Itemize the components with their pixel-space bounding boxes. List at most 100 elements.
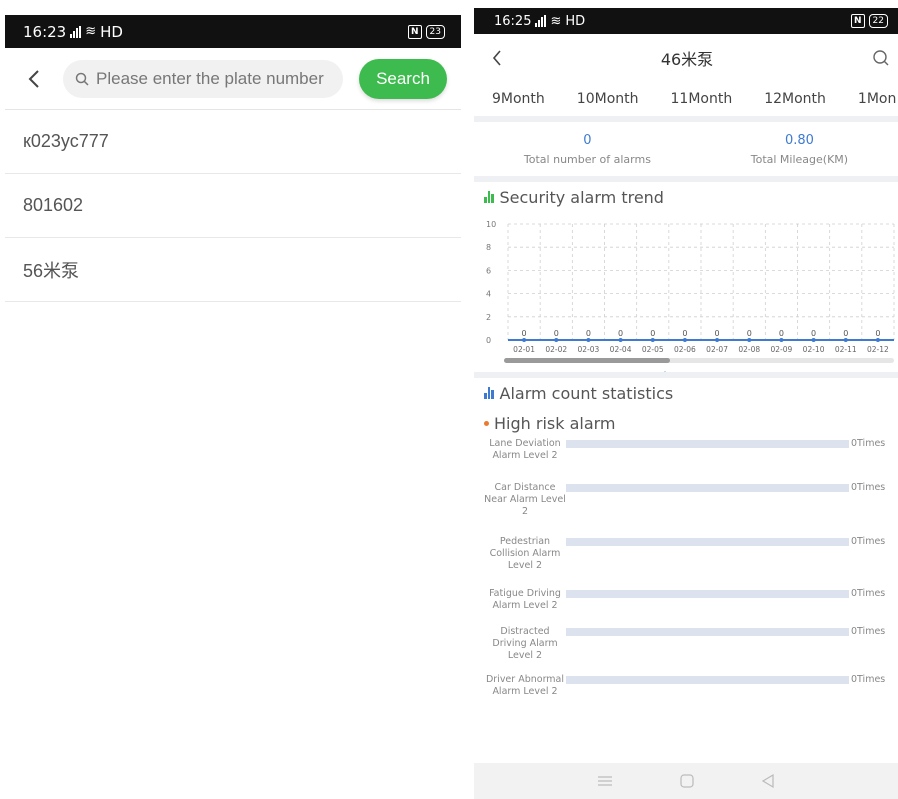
plate-list: к023ус777 801602 56米泵 xyxy=(5,110,461,302)
plate-item[interactable]: 801602 xyxy=(5,174,461,238)
x-tick-label: 02-10 xyxy=(803,345,825,354)
x-tick-label: 02-09 xyxy=(771,345,793,354)
alarm-count: 0Times xyxy=(851,438,886,449)
y-tick-label: 4 xyxy=(486,290,491,299)
battery-level: 23 xyxy=(425,24,445,39)
alarm-row: Distracted Driving Alarm Level 2 0Times xyxy=(474,626,898,666)
tab-month[interactable]: 12Month xyxy=(764,91,826,107)
network-label: HD xyxy=(565,13,586,29)
battery-level: 22 xyxy=(868,14,888,28)
top-nav: 46米泵 xyxy=(474,34,898,82)
plate-search-input[interactable] xyxy=(96,68,331,89)
network-label: HD xyxy=(100,22,123,41)
tab-month[interactable]: 11Month xyxy=(671,91,733,107)
data-point xyxy=(650,338,655,342)
data-point xyxy=(715,338,720,342)
total-mileage-label: Total Mileage(KM) xyxy=(750,152,849,166)
total-mileage-value: 0.80 xyxy=(784,132,814,148)
alarm-bar xyxy=(566,440,849,448)
alarm-count: 0Times xyxy=(851,536,886,547)
search-icon xyxy=(75,72,89,86)
data-label: 0 xyxy=(811,329,816,338)
system-nav-bar xyxy=(474,763,898,799)
total-mileage-stat: 0.80 Total Mileage(KM) xyxy=(751,133,848,166)
back-button[interactable] xyxy=(492,50,502,66)
data-label: 0 xyxy=(715,329,720,338)
status-time: 16:23 xyxy=(23,22,67,41)
data-label: 0 xyxy=(682,329,687,338)
menu-icon[interactable] xyxy=(597,775,613,787)
signal-icon xyxy=(535,15,547,27)
risk-title: High risk alarm xyxy=(494,413,616,433)
data-label: 0 xyxy=(843,329,848,338)
data-label: 0 xyxy=(747,329,752,338)
vehicle-alarm-screen: 16:25 ≋ HD N 22 46米泵 9Month 10Month 11Mo… xyxy=(474,8,898,799)
data-point xyxy=(682,338,687,342)
y-tick-label: 10 xyxy=(486,220,496,229)
legend-marker xyxy=(664,371,666,372)
y-tick-label: 8 xyxy=(486,243,491,252)
alarm-name: Lane Deviation Alarm Level 2 xyxy=(489,438,561,461)
status-time: 16:25 xyxy=(494,13,532,29)
search-icon[interactable] xyxy=(872,49,890,67)
total-alarms-value: 0 xyxy=(583,132,592,148)
chart-scroll-thumb xyxy=(504,358,670,363)
data-label: 0 xyxy=(618,329,623,338)
data-point xyxy=(618,338,623,342)
data-point xyxy=(522,338,527,342)
back-button[interactable] xyxy=(23,67,45,91)
data-label: 0 xyxy=(650,329,655,338)
search-button[interactable]: Search xyxy=(359,58,447,99)
data-point xyxy=(843,338,848,342)
summary-stats: 0 Total number of alarms 0.80 Total Mile… xyxy=(474,122,898,182)
screenshot-root: 16:23 ≋ HD N 23 Search к023ус777 801602 xyxy=(0,0,898,799)
data-label: 0 xyxy=(522,329,527,338)
month-tabs: 9Month 10Month 11Month 12Month 1Mon xyxy=(474,82,898,122)
status-bar: 16:25 ≋ HD N 22 xyxy=(474,8,898,34)
x-tick-label: 02-01 xyxy=(513,345,535,354)
back-triangle-icon[interactable] xyxy=(761,773,775,789)
data-label: 0 xyxy=(554,329,559,338)
alarm-row: Car Distance Near Alarm Level 2 0Times xyxy=(474,482,898,528)
x-tick-label: 02-07 xyxy=(706,345,728,354)
search-field[interactable] xyxy=(63,59,343,98)
plate-search-screen: 16:23 ≋ HD N 23 Search к023ус777 801602 xyxy=(5,15,461,799)
plate-item[interactable]: к023ус777 xyxy=(5,110,461,174)
x-tick-label: 02-11 xyxy=(835,345,857,354)
bar-chart-icon xyxy=(484,387,494,399)
alarm-count: 0Times xyxy=(851,674,886,685)
x-tick-label: 02-08 xyxy=(738,345,760,354)
x-tick-label: 02-12 xyxy=(867,345,889,354)
alarm-name: Pedestrian Collision Alarm Level 2 xyxy=(489,536,561,571)
y-tick-label: 2 xyxy=(486,313,491,322)
home-icon[interactable] xyxy=(679,773,695,789)
tab-month[interactable]: 10Month xyxy=(577,91,639,107)
risk-subtitle: High risk alarm xyxy=(474,408,898,438)
alarm-name: Distracted Driving Alarm Level 2 xyxy=(492,626,558,661)
alarm-name: Fatigue Driving Alarm Level 2 xyxy=(489,588,561,611)
alarm-bar xyxy=(566,676,849,684)
plate-item[interactable]: 56米泵 xyxy=(5,238,461,302)
alarm-bar xyxy=(566,484,849,492)
data-label: 0 xyxy=(875,329,880,338)
trend-chart-svg: 0 2 4 6 8 10 02-01 02-02 02-03 02-04 02-05 02-06 02-… xyxy=(486,220,895,372)
alarm-row: Driver Abnormal Alarm Level 2 0Times xyxy=(474,674,898,714)
wifi-icon: ≋ xyxy=(85,24,97,39)
signal-icon xyxy=(70,25,82,38)
alarm-row: Pedestrian Collision Alarm Level 2 0Time… xyxy=(474,536,898,580)
alarm-trend-chart: 0 2 4 6 8 10 02-01 02-02 02-03 02-04 02-05 02-06 02-… xyxy=(474,212,898,372)
data-point xyxy=(747,338,752,342)
alarm-count: 0Times xyxy=(851,588,886,599)
data-point xyxy=(811,338,816,342)
tab-month[interactable]: 1Mon xyxy=(858,91,896,107)
x-tick-label: 02-04 xyxy=(610,345,632,354)
data-label: 0 xyxy=(586,329,591,338)
y-tick-label: 0 xyxy=(486,336,491,345)
alarm-count: 0Times xyxy=(851,626,886,637)
alarm-bar xyxy=(566,590,849,598)
data-point xyxy=(586,338,591,342)
alarm-name: Driver Abnormal Alarm Level 2 xyxy=(485,674,565,697)
tab-month[interactable]: 9Month xyxy=(492,91,545,107)
x-tick-label: 02-05 xyxy=(642,345,664,354)
count-title: Alarm count statistics xyxy=(499,383,674,403)
